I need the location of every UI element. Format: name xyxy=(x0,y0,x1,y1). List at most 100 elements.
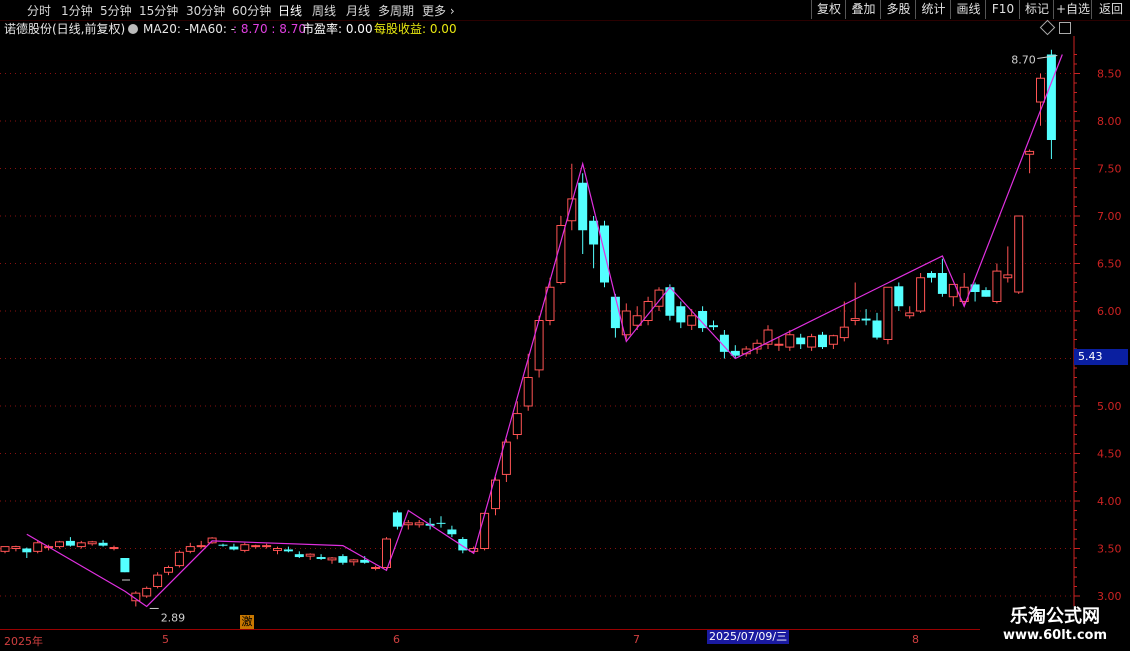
toolbar-button-8[interactable]: 返回 xyxy=(1091,0,1130,19)
candle-body-up xyxy=(327,557,337,561)
period-tab-6[interactable]: 日线 xyxy=(278,2,302,19)
toolbar-button-3[interactable]: 统计 xyxy=(915,0,951,19)
toolbar-button-0[interactable]: 复权 xyxy=(811,0,846,19)
candle-body-up xyxy=(240,544,250,551)
candle-body-up xyxy=(414,522,424,526)
eps-label: 每股收益: 0.00 xyxy=(374,22,457,36)
toolbar-button-1[interactable]: 叠加 xyxy=(845,0,881,19)
date-label-june: 6 xyxy=(393,633,400,646)
period-tab-1[interactable]: 1分钟 xyxy=(61,2,93,19)
candle-body-up xyxy=(371,567,381,569)
watermark: 乐淘公式网 www.60lt.com xyxy=(980,606,1130,650)
candle-body-down xyxy=(316,557,326,559)
candle-body-up xyxy=(1025,150,1035,155)
y-tick-label: 4.00 xyxy=(1097,495,1122,508)
candle-body-down xyxy=(98,542,108,546)
watermark-url: www.60lt.com xyxy=(1002,628,1108,643)
candle-body-up xyxy=(774,343,784,346)
low-label: 2.89 xyxy=(161,611,186,624)
candle-body-up xyxy=(1036,77,1045,103)
period-tab-0[interactable]: 分时 xyxy=(27,2,51,19)
candle-body-up xyxy=(480,512,490,549)
candle-body-up xyxy=(523,377,533,407)
period-tab-3[interactable]: 15分钟 xyxy=(139,2,178,19)
candle-body-up xyxy=(556,225,566,283)
current-price-tag: 5.43 xyxy=(1074,349,1128,365)
period-tab-9[interactable]: 多周期 xyxy=(378,2,414,19)
candle-body-up xyxy=(262,545,272,548)
ma20-label: MA20: - xyxy=(143,22,190,36)
candle-body-down xyxy=(294,554,304,558)
period-tab-10[interactable]: 更多 › xyxy=(422,2,455,19)
stock-title: 诺德股份(日线,前复权) xyxy=(4,22,126,36)
candle-body-up xyxy=(349,559,359,563)
zigzag-line xyxy=(26,54,1063,608)
candle-body-up xyxy=(55,541,64,548)
ma-values: : 8.70 : 8.70 xyxy=(233,22,306,36)
candle-body-down xyxy=(578,182,588,231)
candle-body-up xyxy=(185,546,195,552)
y-tick-label: 4.50 xyxy=(1097,448,1122,461)
y-tick-label: 3.00 xyxy=(1097,590,1122,603)
pe-ratio: 市盈率: 0.00 xyxy=(302,22,373,36)
candle-body-up xyxy=(1014,215,1024,293)
date-label-july: 7 xyxy=(633,633,640,646)
y-tick-label: 3.50 xyxy=(1097,543,1122,556)
candle-body-down xyxy=(436,522,446,524)
toolbar-button-2[interactable]: 多股 xyxy=(880,0,916,19)
date-label-may: 5 xyxy=(162,633,169,646)
candle-body-up xyxy=(839,326,849,339)
y-tick-label: 8.50 xyxy=(1097,68,1122,81)
candle-body-down xyxy=(709,325,718,328)
period-toolbar: 分时 1分钟 5分钟 15分钟 30分钟 60分钟 日线 周线 月线 多周期 更多 › 复权 叠加 多股统… xyxy=(0,0,1130,21)
candle-body-up xyxy=(1003,274,1013,279)
date-axis: 2025年 5 6 7 8 xyxy=(0,629,1074,651)
period-tab-2[interactable]: 5分钟 xyxy=(100,2,132,19)
candle-body-up xyxy=(883,286,893,340)
candle-body-down xyxy=(894,286,904,307)
candle-body-up xyxy=(905,312,915,317)
candle-body-up xyxy=(87,541,97,545)
candle-body-up xyxy=(785,334,795,348)
candle-body-up xyxy=(273,548,282,551)
period-tab-4[interactable]: 30分钟 xyxy=(186,2,225,19)
watermark-title: 乐淘公式网 xyxy=(1010,606,1100,627)
candle-body-up xyxy=(828,335,838,345)
date-label-august: 8 xyxy=(912,633,919,646)
candle-body-up xyxy=(76,542,86,548)
candle-body-up xyxy=(916,277,926,312)
window-icon[interactable] xyxy=(1059,22,1071,34)
candle-body-down xyxy=(283,549,293,552)
ma60-label: MA60: - xyxy=(189,22,236,36)
high-label: 8.70 xyxy=(1011,54,1036,67)
price-chart[interactable]: 3.003.504.004.505.005.506.006.507.007.50… xyxy=(0,0,1130,650)
toolbar-button-5[interactable]: F10 xyxy=(985,0,1020,19)
candle-body-up xyxy=(512,413,522,436)
signal-flag: 激 xyxy=(240,615,254,629)
toolbar-button-4[interactable]: 画线 xyxy=(950,0,986,19)
candle-body-down xyxy=(861,318,871,321)
period-tab-5[interactable]: 60分钟 xyxy=(232,2,271,19)
candle-body-up xyxy=(403,522,413,526)
toolbar-button-6[interactable]: 标记 xyxy=(1019,0,1054,19)
y-tick-label: 8.00 xyxy=(1097,115,1122,128)
y-tick-label: 6.50 xyxy=(1097,258,1122,271)
candle-body-up xyxy=(33,542,43,552)
candle-body-down xyxy=(872,320,882,338)
y-tick-label: 6.00 xyxy=(1097,305,1122,318)
candle-body-down xyxy=(65,540,75,546)
toolbar-button-7[interactable]: +自选 xyxy=(1053,0,1092,19)
chevron-down-icon[interactable] xyxy=(128,24,138,34)
candle-body-down xyxy=(927,273,936,278)
y-tick-label: 5.00 xyxy=(1097,400,1122,413)
candle-body-up xyxy=(174,551,184,567)
candle-body-up xyxy=(164,567,173,573)
candle-body-up xyxy=(196,545,206,548)
candle-body-down xyxy=(937,273,947,294)
candle-body-up xyxy=(251,545,261,548)
candle-body-up xyxy=(142,587,152,597)
period-tab-7[interactable]: 周线 xyxy=(312,2,336,19)
candle-body-down xyxy=(447,529,457,535)
candle-body-down xyxy=(589,220,599,245)
period-tab-8[interactable]: 月线 xyxy=(346,2,370,19)
